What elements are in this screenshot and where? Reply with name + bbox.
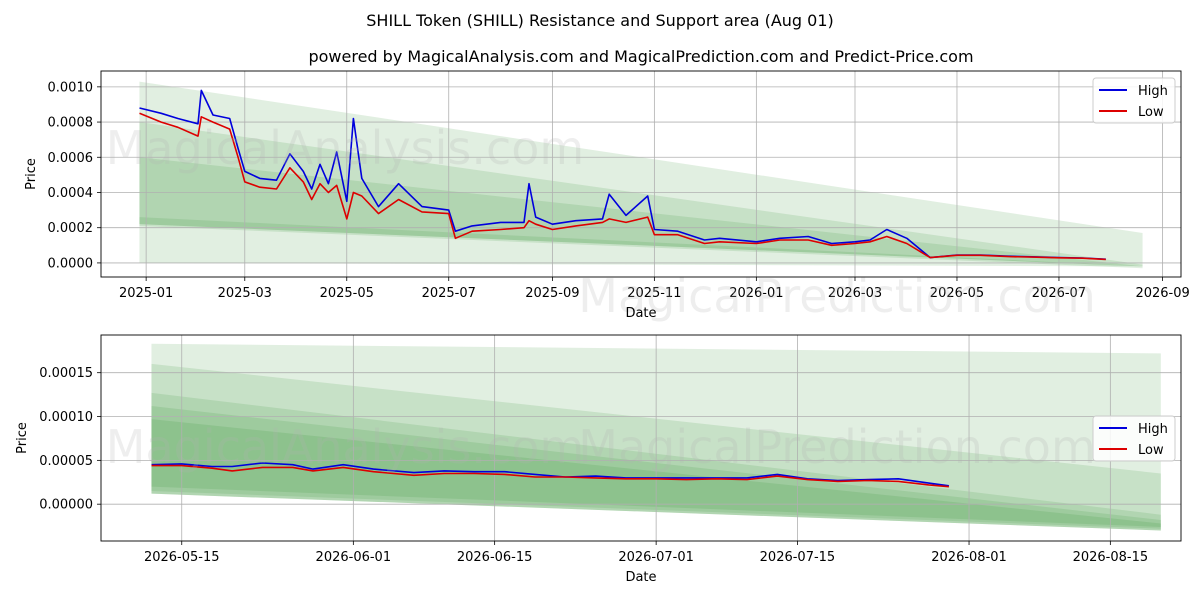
y-axis-label: Price [15, 422, 30, 454]
legend: High Low [1092, 77, 1176, 124]
x-tick-label: 2025-07 [422, 286, 476, 301]
watermark: MagicalPrediction.com [578, 420, 1096, 474]
x-tick-label: 2026-08-15 [1073, 550, 1149, 565]
legend-label-low: Low [1138, 443, 1164, 458]
y-tick-label: 0.00000 [39, 498, 93, 513]
chart-figure: SHILL Token (SHILL) Resistance and Suppo… [0, 0, 1200, 600]
legend-label-high: High [1138, 84, 1168, 99]
x-tick-label: 2025-09 [525, 286, 579, 301]
x-tick-label: 2026-08-01 [931, 550, 1007, 565]
x-tick-label: 2026-07-15 [760, 550, 836, 565]
y-tick-label: 0.00010 [39, 410, 93, 425]
y-axis-label: Price [24, 158, 39, 190]
x-axis-label: Date [625, 570, 656, 585]
y-tick-label: 0.00005 [39, 454, 93, 469]
legend: High Low [1092, 415, 1176, 462]
legend-label-low: Low [1138, 105, 1164, 120]
x-tick-label: 2026-06-15 [457, 550, 533, 565]
chart-title: SHILL Token (SHILL) Resistance and Suppo… [366, 11, 834, 30]
y-tick-label: 0.0008 [48, 116, 94, 131]
x-tick-label: 2025-01 [119, 286, 173, 301]
legend-label-high: High [1138, 422, 1168, 437]
y-tick-label: 0.0010 [48, 80, 94, 95]
x-axis-label: Date [625, 306, 656, 321]
x-tick-label: 2026-07-01 [618, 550, 694, 565]
x-tick-label: 2025-03 [218, 286, 272, 301]
watermark: MagicalAnalysis.com [106, 420, 585, 474]
y-tick-label: 0.0002 [48, 221, 94, 236]
y-tick-label: 0.0004 [48, 186, 94, 201]
y-tick-label: 0.0006 [48, 151, 94, 166]
y-tick-label: 0.00015 [39, 366, 93, 381]
y-tick-label: 0.0000 [48, 256, 94, 271]
x-tick-label: 2026-09 [1135, 286, 1189, 301]
x-tick-label: 2025-05 [320, 286, 374, 301]
x-tick-label: 2026-06-01 [316, 550, 392, 565]
x-tick-label: 2026-05-15 [144, 550, 220, 565]
chart-subtitle: powered by MagicalAnalysis.com and Magic… [308, 47, 973, 66]
watermark: MagicalAnalysis.com [106, 121, 585, 175]
